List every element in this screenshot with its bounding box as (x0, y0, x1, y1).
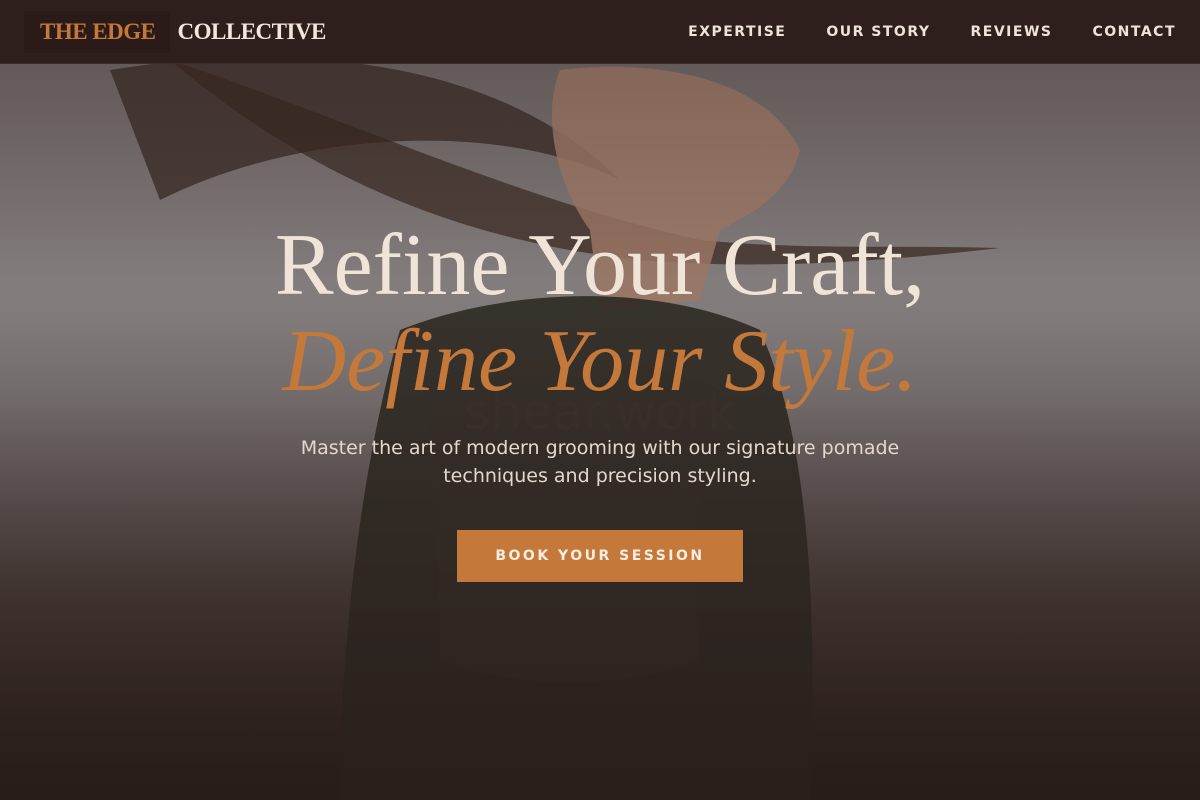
logo-main-text: COLLECTIVE (177, 18, 327, 44)
site-logo[interactable]: THE EDGE COLLECTIVE (24, 10, 327, 53)
nav-item-contact[interactable]: CONTACT (1092, 22, 1176, 42)
hero-headline-line1: Refine Your Craft, (274, 217, 926, 314)
logo-accent-text: THE EDGE (24, 10, 170, 53)
site-header: THE EDGE COLLECTIVE EXPERTISE OUR STORY … (0, 0, 1200, 64)
hero-headline-line2: Define Your Style. (282, 313, 918, 410)
nav-item-our-story[interactable]: OUR STORY (826, 22, 930, 42)
hero-content: Refine Your Craft, shear.work Define You… (0, 0, 1200, 800)
nav-item-reviews[interactable]: REVIEWS (971, 22, 1053, 42)
hero-subtitle: Master the art of modern grooming with o… (300, 437, 900, 487)
nav-item-expertise[interactable]: EXPERTISE (688, 22, 786, 42)
hero-section: THE EDGE COLLECTIVE EXPERTISE OUR STORY … (0, 0, 1200, 800)
main-nav: EXPERTISE OUR STORY REVIEWS CONTACT (688, 22, 1176, 42)
book-session-button[interactable]: BOOK YOUR SESSION (457, 530, 743, 582)
